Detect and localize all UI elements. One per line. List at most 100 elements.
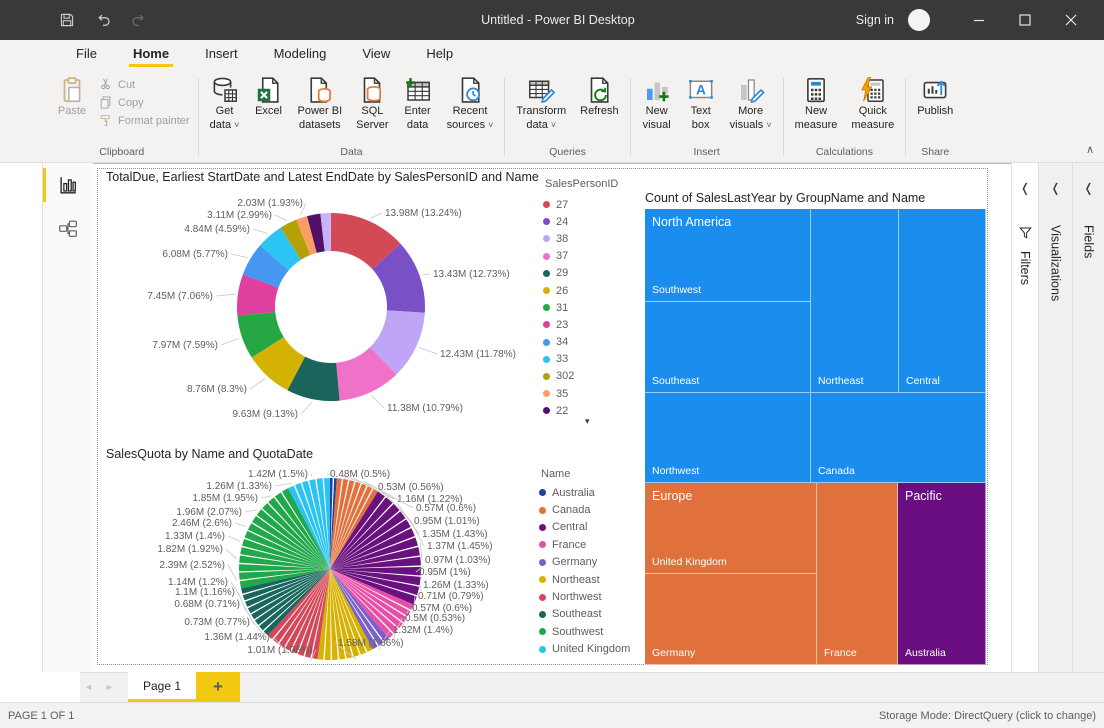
treemap-cell-germany[interactable]: Germany	[645, 574, 817, 665]
maximize-button[interactable]	[1002, 0, 1048, 40]
treemap-cell-australia[interactable]: PacificAustralia	[898, 483, 986, 665]
refresh-button[interactable]: Refresh	[573, 73, 626, 121]
menu-tab-modeling[interactable]: Modeling	[256, 41, 345, 68]
legend-item[interactable]: 27	[543, 196, 574, 213]
treemap-cell-central[interactable]: Central	[899, 209, 986, 393]
get-data-button[interactable]: Getdata ˅	[203, 73, 247, 134]
legend-item[interactable]: 31	[543, 299, 574, 316]
publish-button[interactable]: Publish	[910, 73, 960, 121]
ribbon-group-label: Clipboard	[50, 146, 194, 162]
model-view-button[interactable]	[43, 207, 93, 251]
text-box-button[interactable]: ATextbox	[679, 73, 723, 134]
legend-item[interactable]: France	[539, 536, 630, 553]
legend-item[interactable]: 37	[543, 248, 574, 265]
treemap-visual[interactable]: North AmericaSouthwestSoutheast Northwest…	[645, 209, 986, 665]
add-page-button[interactable]: +	[196, 672, 240, 702]
legend-item[interactable]: 26	[543, 282, 574, 299]
save-icon[interactable]	[58, 11, 76, 29]
treemap-cell-northwest[interactable]: Northwest	[645, 393, 811, 483]
treemap-cell-southeast[interactable]: Southeast	[645, 302, 811, 393]
status-bar: PAGE 1 OF 1 Storage Mode: DirectQuery (c…	[0, 702, 1104, 728]
legend-item[interactable]: 302	[543, 368, 574, 385]
legend-item[interactable]: Northeast	[539, 571, 630, 588]
more-visuals-button[interactable]: Morevisuals ˅	[723, 73, 779, 134]
data-label: 4.84M (4.59%)	[184, 224, 250, 235]
legend-item[interactable]: Northwest	[539, 588, 630, 605]
paste-button[interactable]: Paste	[50, 73, 94, 121]
report-view-button[interactable]	[43, 163, 93, 207]
report-canvas[interactable]: 13.98M (13.24%)13.43M (12.73%)12.43M (11…	[93, 163, 1011, 672]
data-label: 9.63M (9.13%)	[232, 409, 298, 420]
page-tab[interactable]: Page 1	[128, 672, 196, 702]
sql-server-button[interactable]: SQLServer	[349, 73, 395, 134]
transform-data-button[interactable]: Transformdata ˅	[509, 73, 573, 134]
data-label: 0.68M (0.71%)	[174, 599, 240, 610]
data-label: 0.95M (1%)	[419, 567, 471, 578]
expand-visualizations-icon[interactable]: ❬	[1039, 181, 1072, 195]
expand-filters-icon[interactable]: ❬	[1012, 181, 1038, 195]
treemap-cell-label: Germany	[652, 647, 695, 659]
treemap-cell-canada[interactable]: Canada	[811, 393, 986, 483]
format-painter-button[interactable]: Format painter	[98, 113, 190, 128]
donut-chart-title: TotalDue, Earliest StartDate and Latest …	[106, 170, 539, 184]
expand-fields-icon[interactable]: ❬	[1073, 181, 1104, 195]
menu-tab-help[interactable]: Help	[408, 41, 471, 68]
visualizations-panel[interactable]: ❬ Visualizations	[1038, 163, 1072, 672]
treemap-cell-united-kingdom[interactable]: EuropeUnited Kingdom	[645, 483, 817, 574]
fields-panel[interactable]: ❬ Fields	[1072, 163, 1104, 672]
legend-item[interactable]: 24	[543, 213, 574, 230]
cut-button[interactable]: Cut	[98, 77, 190, 92]
legend-item[interactable]: 33	[543, 351, 574, 368]
menu-tab-insert[interactable]: Insert	[187, 41, 256, 68]
legend-scroll-down-icon[interactable]: ▾	[585, 416, 590, 427]
legend-item[interactable]: Australia	[539, 484, 630, 501]
data-label: 2.39M (2.52%)	[159, 560, 225, 571]
legend-item[interactable]: 35	[543, 385, 574, 402]
avatar[interactable]	[908, 9, 930, 31]
legend-dot	[539, 611, 546, 618]
treemap-cell-label: Northwest	[652, 465, 699, 477]
data-label: 1.96M (2.07%)	[176, 507, 242, 518]
legend-item[interactable]: Southwest	[539, 623, 630, 640]
legend-dot	[543, 407, 550, 414]
enter-data-button[interactable]: Enterdata	[396, 73, 440, 134]
undo-icon[interactable]	[94, 11, 112, 29]
close-button[interactable]	[1048, 0, 1094, 40]
legend-item[interactable]: Southeast	[539, 606, 630, 623]
copy-button[interactable]: Copy	[98, 95, 190, 110]
quick-measure-button[interactable]: Quickmeasure	[844, 73, 901, 134]
legend-item[interactable]: 38	[543, 230, 574, 247]
treemap-cell-label: Northeast	[818, 375, 864, 387]
legend-item[interactable]: 23	[543, 316, 574, 333]
menu-tab-view[interactable]: View	[344, 41, 408, 68]
next-page-icon[interactable]: ►	[105, 682, 114, 692]
legend-item[interactable]: Central	[539, 519, 630, 536]
legend-item[interactable]: 22	[543, 402, 574, 419]
treemap-cell-northeast[interactable]: Northeast	[811, 209, 899, 393]
storage-mode[interactable]: Storage Mode: DirectQuery (click to chan…	[879, 710, 1096, 722]
ribbon-separator	[630, 78, 631, 156]
legend-item[interactable]: 29	[543, 265, 574, 282]
power-bi-datasets-button[interactable]: Power BIdatasets	[291, 73, 350, 134]
excel-button[interactable]: Excel	[247, 73, 291, 121]
redo-icon[interactable]	[130, 11, 148, 29]
filters-panel[interactable]: ❬ Filters	[1011, 163, 1038, 672]
legend-dot	[539, 576, 546, 583]
legend-item[interactable]: United Kingdom	[539, 641, 630, 658]
legend-item[interactable]: Germany	[539, 554, 630, 571]
menu-tab-home[interactable]: Home	[115, 41, 187, 68]
new-measure-button[interactable]: Newmeasure	[788, 73, 845, 134]
new-visual-button[interactable]: Newvisual	[635, 73, 679, 134]
prev-page-icon[interactable]: ◄	[84, 682, 93, 692]
legend-item[interactable]: 34	[543, 334, 574, 351]
collapse-ribbon-icon[interactable]: ∧	[1086, 143, 1094, 156]
treemap-cell-label: Central	[906, 375, 940, 387]
sign-in-button[interactable]: Sign in	[856, 13, 894, 27]
legend-item[interactable]: Canada	[539, 501, 630, 518]
menu-tab-file[interactable]: File	[58, 41, 115, 68]
treemap-cell-southwest[interactable]: North AmericaSouthwest	[645, 209, 811, 302]
minimize-button[interactable]	[956, 0, 1002, 40]
treemap-cell-france[interactable]: France	[817, 483, 898, 665]
legend-dot	[543, 270, 550, 277]
recent-sources-button[interactable]: Recentsources ˅	[440, 73, 501, 134]
